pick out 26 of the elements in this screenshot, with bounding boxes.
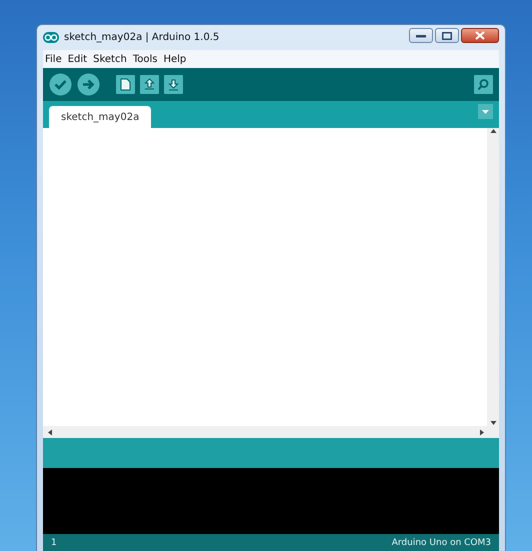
- menu-item[interactable]: File: [45, 54, 62, 64]
- save-button[interactable]: [164, 75, 183, 94]
- sketch-tab[interactable]: sketch_may02a: [49, 106, 152, 128]
- menu-item[interactable]: Tools: [132, 54, 158, 64]
- vertical-scrollbar[interactable]: [487, 128, 499, 426]
- minimize-button[interactable]: [409, 28, 433, 43]
- close-icon: [475, 31, 485, 40]
- verify-button[interactable]: [49, 73, 72, 96]
- window-title: sketch_may02a | Arduino 1.0.5: [64, 32, 220, 43]
- scroll-left-icon[interactable]: [47, 428, 53, 436]
- minimize-icon: [416, 34, 426, 38]
- maximize-button[interactable]: [435, 28, 459, 43]
- close-button[interactable]: [461, 28, 499, 43]
- menu-item[interactable]: Help: [163, 54, 186, 64]
- new-file-button[interactable]: [116, 75, 135, 94]
- open-button[interactable]: [140, 75, 159, 94]
- board-port-label: Arduino Uno on COM3: [392, 538, 491, 548]
- upload-button[interactable]: [77, 73, 100, 96]
- infinity-logo-icon: [43, 32, 59, 43]
- menu-item[interactable]: Sketch: [93, 54, 127, 64]
- menu-item[interactable]: Edit: [68, 54, 88, 64]
- serial-monitor-button[interactable]: [474, 75, 493, 94]
- maximize-icon: [442, 32, 452, 40]
- horizontal-scrollbar[interactable]: [43, 426, 499, 438]
- line-number: 1: [51, 538, 57, 548]
- scroll-right-icon[interactable]: [479, 428, 485, 436]
